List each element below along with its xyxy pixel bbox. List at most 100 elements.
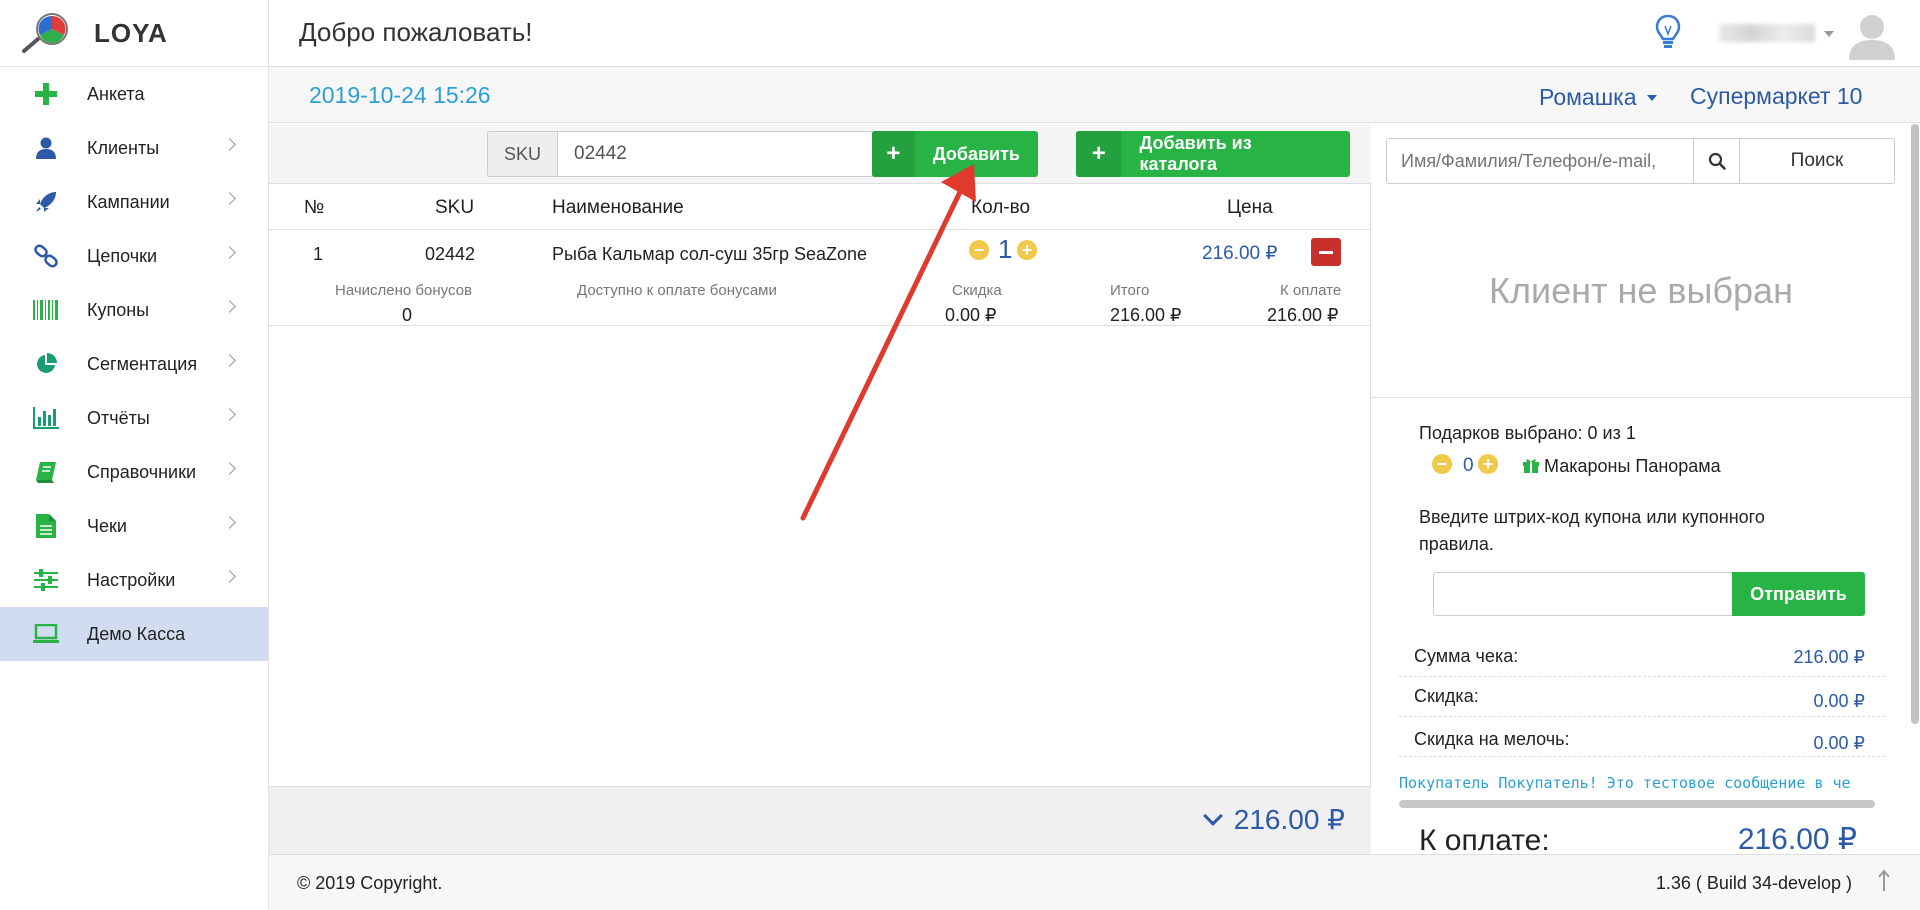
lightbulb-icon[interactable] xyxy=(1655,14,1681,57)
vertical-scrollbar[interactable] xyxy=(1911,124,1919,724)
book-icon xyxy=(32,458,60,486)
store-name: Ромашка xyxy=(1539,84,1637,110)
sliders-icon xyxy=(32,566,60,594)
remove-item-button[interactable] xyxy=(1311,238,1341,266)
sum-value: 216.00 ₽ xyxy=(1793,647,1865,667)
discount-label: Скидка: xyxy=(1414,686,1479,706)
change-discount-label: Скидка на мелочь: xyxy=(1414,729,1570,749)
plus-icon: + xyxy=(1076,131,1122,177)
add-button[interactable]: + Добавить xyxy=(872,131,1038,177)
plus-icon: + xyxy=(872,131,915,177)
sidebar-item-label: Анкета xyxy=(87,83,145,104)
sum-label: Сумма чека: xyxy=(1414,646,1519,666)
sidebar-item-directories[interactable]: Справочники xyxy=(0,445,268,499)
sku-input[interactable] xyxy=(557,131,873,177)
laptop-icon xyxy=(32,620,60,648)
sum-row: Сумма чека: 216.00 ₽ xyxy=(1399,637,1885,677)
client-search-button[interactable]: Поиск xyxy=(1740,138,1895,184)
sidebar: LOYA Анкета Клиенты Кампании Цепочки Куп… xyxy=(0,0,269,910)
sidebar-item-coupons[interactable]: Купоны xyxy=(0,283,268,337)
client-panel: Поиск Клиент не выбран Подарков выбрано:… xyxy=(1371,124,1911,857)
chevron-down-icon xyxy=(1646,94,1657,101)
sidebar-item-settings[interactable]: Настройки xyxy=(0,553,268,607)
minus-icon xyxy=(1319,250,1333,254)
plus-icon xyxy=(32,80,60,108)
col-num: № xyxy=(304,197,325,218)
discount-row: Скидка: 0.00 ₽ xyxy=(1399,677,1885,717)
copyright: © 2019 Copyright. xyxy=(297,873,443,893)
col-sku: SKU xyxy=(435,197,475,218)
sidebar-item-anketa[interactable]: Анкета xyxy=(0,67,268,121)
customer-message-ticker: Покупатель Покупатель! Это тестовое сооб… xyxy=(1399,774,1851,792)
document-icon xyxy=(32,512,60,540)
user-icon xyxy=(32,134,60,162)
subheader: 2019-10-24 15:26 Ромашка Супермаркет 10 xyxy=(269,67,1920,123)
total-label: Итого xyxy=(1110,282,1150,299)
decrease-gift-button[interactable]: − xyxy=(1432,454,1452,474)
sidebar-item-label: Чеки xyxy=(87,515,127,536)
chevron-down-icon[interactable] xyxy=(1824,31,1834,37)
bar-chart-icon xyxy=(32,404,60,432)
sidebar-nav: Анкета Клиенты Кампании Цепочки Купоны С… xyxy=(0,67,268,661)
add-from-catalog-button[interactable]: + Добавить из каталога xyxy=(1076,131,1350,177)
gift-qty: 0 xyxy=(1463,455,1474,476)
chevron-right-icon xyxy=(223,246,236,259)
total-value: 216.00 ₽ xyxy=(1110,305,1182,325)
row-name: Рыба Кальмар сол-суш 35гр SeaZone xyxy=(552,244,868,264)
increase-qty-button[interactable]: + xyxy=(1017,240,1037,260)
sidebar-item-campaigns[interactable]: Кампании xyxy=(0,175,268,229)
barcode-icon xyxy=(32,296,60,324)
coupon-submit-button[interactable]: Отправить xyxy=(1732,572,1865,616)
row-qty: 1 xyxy=(998,234,1013,264)
no-client-message: Клиент не выбран xyxy=(1371,184,1911,398)
col-price: Цена xyxy=(1227,197,1273,218)
increase-gift-button[interactable]: + xyxy=(1478,454,1498,474)
chevron-right-icon xyxy=(223,138,236,151)
sidebar-item-label: Справочники xyxy=(87,461,197,482)
topay-label: К оплате xyxy=(1280,282,1342,299)
search-icon[interactable] xyxy=(1694,138,1740,184)
footer: © 2019 Copyright. 1.36 ( Build 34-develo… xyxy=(269,854,1920,910)
discount-value: 0.00 ₽ xyxy=(1813,691,1866,711)
discount-label: Скидка xyxy=(952,282,1002,299)
current-datetime: 2019-10-24 15:26 xyxy=(309,82,491,108)
avatar[interactable] xyxy=(1847,10,1897,60)
sidebar-item-segmentation[interactable]: Сегментация xyxy=(0,337,268,391)
sku-label: SKU xyxy=(487,131,557,177)
cart-panel: SKU + Добавить + Добавить из каталога № … xyxy=(269,124,1371,854)
chevron-down-icon xyxy=(1202,805,1223,826)
logo[interactable]: LOYA xyxy=(0,0,268,67)
user-name-redacted[interactable] xyxy=(1719,24,1815,42)
horizontal-scrollbar[interactable] xyxy=(1399,800,1875,808)
col-qty: Кол-во xyxy=(971,197,1031,218)
bonus-label: Начислено бонусов xyxy=(335,282,472,299)
shop-name[interactable]: Супермаркет 10 xyxy=(1690,83,1862,110)
sidebar-item-reports[interactable]: Отчёты xyxy=(0,391,268,445)
sidebar-item-chains[interactable]: Цепочки xyxy=(0,229,268,283)
sidebar-item-label: Отчёты xyxy=(87,407,150,428)
link-icon xyxy=(32,242,60,270)
cart-total-value: 216.00 ₽ xyxy=(1233,804,1345,835)
sidebar-item-demo-cash[interactable]: Демо Касса xyxy=(0,607,268,661)
pay-value: 216.00 ₽ xyxy=(1737,823,1857,856)
scroll-top-arrow-icon[interactable] xyxy=(1878,869,1890,897)
change-discount-row: Скидка на мелочь: 0.00 ₽ xyxy=(1399,717,1885,757)
gift-icon xyxy=(1523,458,1539,478)
discount-value: 0.00 ₽ xyxy=(945,305,997,325)
chevron-right-icon xyxy=(223,570,236,583)
client-search-input[interactable] xyxy=(1386,138,1694,184)
decrease-qty-button[interactable]: − xyxy=(969,240,989,260)
row-price: 216.00 ₽ xyxy=(1202,243,1278,264)
top-header: Добро пожаловать! xyxy=(269,0,1920,67)
chevron-right-icon xyxy=(223,516,236,529)
sidebar-item-clients[interactable]: Клиенты xyxy=(0,121,268,175)
coupon-prompt-cont: правила. xyxy=(1419,534,1494,554)
sidebar-item-label: Купоны xyxy=(87,299,150,320)
store-dropdown[interactable]: Ромашка xyxy=(1539,84,1657,111)
sidebar-item-receipts[interactable]: Чеки xyxy=(0,499,268,553)
version: 1.36 ( Build 34-develop ) xyxy=(1655,873,1852,893)
cart-total-toggle[interactable]: 216.00 ₽ xyxy=(1202,803,1345,836)
topay-value: 216.00 ₽ xyxy=(1267,305,1339,325)
bonus-pay-label: Доступно к оплате бонусами xyxy=(577,282,777,299)
coupon-input[interactable] xyxy=(1433,572,1733,616)
